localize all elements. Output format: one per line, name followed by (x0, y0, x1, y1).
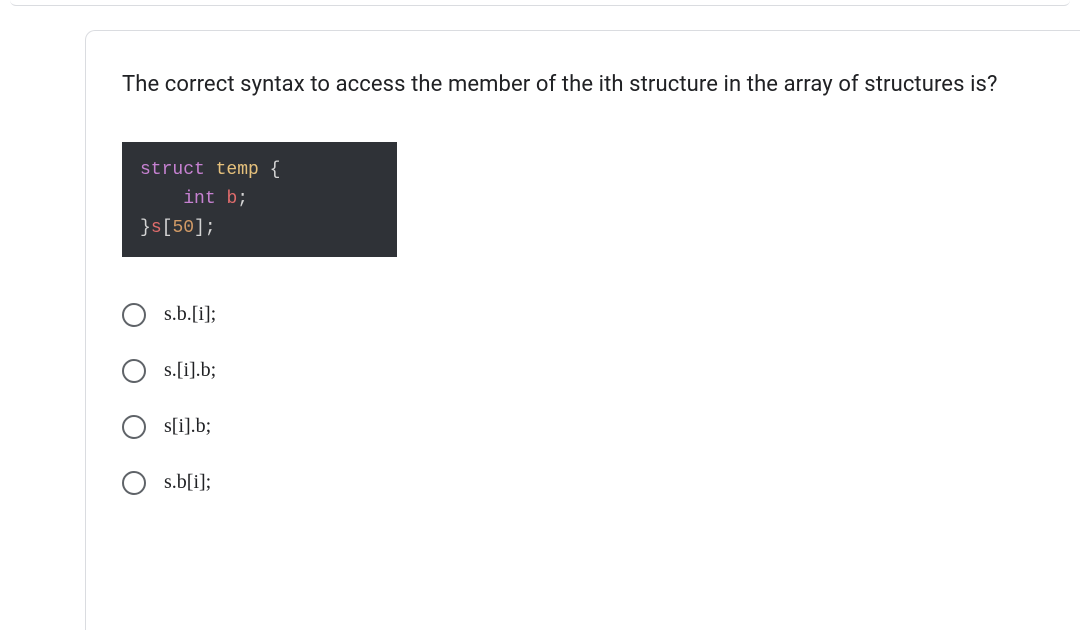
radio-icon[interactable] (122, 303, 146, 327)
code-snippet: struct temp { int b; }s[50]; (122, 142, 397, 256)
radio-icon[interactable] (122, 471, 146, 495)
question-card: The correct syntax to access the member … (85, 30, 1080, 630)
question-text: The correct syntax to access the member … (122, 67, 1044, 102)
code-keyword-struct: struct (140, 160, 205, 180)
option-4[interactable]: s.b[i]; (122, 455, 1044, 511)
code-keyword-int: int (183, 189, 215, 209)
option-3[interactable]: s[i].b; (122, 399, 1044, 455)
code-struct-name: temp (216, 160, 259, 180)
code-bracket-close: ]; (194, 218, 216, 238)
radio-icon[interactable] (122, 359, 146, 383)
option-label: s[i].b; (164, 415, 211, 438)
top-card-edge (10, 0, 1070, 6)
code-number: 50 (172, 218, 194, 238)
code-semicolon: ; (237, 189, 248, 209)
radio-icon[interactable] (122, 415, 146, 439)
code-bracket-open: [ (162, 218, 173, 238)
option-1[interactable]: s.b.[i]; (122, 287, 1044, 343)
code-var-s: s (151, 218, 162, 238)
option-label: s.[i].b; (164, 359, 216, 382)
option-label: s.b[i]; (164, 471, 211, 494)
code-brace-open: { (270, 160, 281, 180)
code-var-b: b (226, 189, 237, 209)
options-list: s.b.[i]; s.[i].b; s[i].b; s.b[i]; (122, 287, 1044, 511)
option-label: s.b.[i]; (164, 303, 216, 326)
code-indent (140, 189, 183, 209)
code-brace-close: } (140, 218, 151, 238)
option-2[interactable]: s.[i].b; (122, 343, 1044, 399)
